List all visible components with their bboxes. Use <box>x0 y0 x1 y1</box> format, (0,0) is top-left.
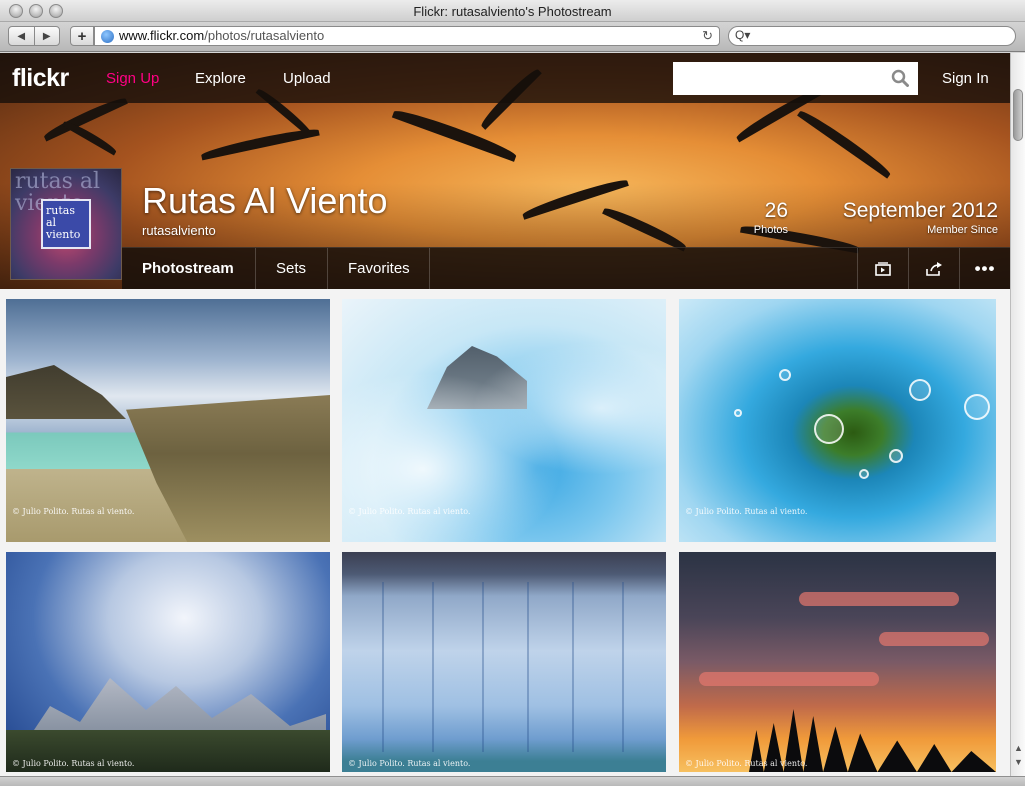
photo-credit: © Julio Polito. Rutas al viento. <box>12 507 135 516</box>
tab-photostream[interactable]: Photostream <box>122 248 256 289</box>
photo-thumbnail[interactable]: © Julio Polito. Rutas al viento. <box>6 299 330 542</box>
tab-favorites[interactable]: Favorites <box>328 248 430 289</box>
profile-name: Rutas Al Viento <box>142 180 388 221</box>
scroll-down-arrow[interactable]: ▼ <box>1014 757 1023 767</box>
photos-label: Photos <box>753 224 788 236</box>
vertical-scrollbar[interactable]: ▲ ▼ <box>1010 53 1025 776</box>
photo-thumbnail[interactable]: © Julio Polito. Rutas al viento. <box>679 299 996 542</box>
photo-credit: © Julio Polito. Rutas al viento. <box>348 759 471 768</box>
member-since-label: Member Since <box>927 224 998 236</box>
profile-username: rutasalviento <box>142 223 216 238</box>
photos-count: 26 <box>764 199 788 222</box>
avatar-logo: rutas al viento <box>41 199 91 249</box>
explore-link[interactable]: Explore <box>195 70 246 87</box>
bubble-shape <box>814 414 844 444</box>
bubble-shape <box>964 394 990 420</box>
photo-credit: © Julio Polito. Rutas al viento. <box>348 507 471 516</box>
photo-thumbnail[interactable]: © Julio Polito. Rutas al viento. <box>342 552 666 772</box>
member-since-stat: September 2012 Member Since <box>800 199 998 236</box>
globe-icon <box>101 30 114 43</box>
photos-stat: 26 Photos <box>730 199 788 236</box>
bird-silhouette <box>797 107 893 179</box>
share-icon <box>926 261 942 276</box>
glacier-streak <box>622 582 624 752</box>
member-since-date: September 2012 <box>842 199 998 222</box>
bird-silhouette <box>602 204 688 252</box>
bubble-shape <box>889 449 903 463</box>
browser-search-field[interactable]: Q▾ <box>728 26 1016 46</box>
ice-shape <box>342 299 666 542</box>
slideshow-button[interactable] <box>857 248 908 289</box>
cloud-shape <box>879 632 989 646</box>
scroll-up-arrow[interactable]: ▲ <box>1014 743 1023 753</box>
cloud-shape <box>699 672 879 686</box>
tab-sets[interactable]: Sets <box>256 248 328 289</box>
more-actions-button[interactable]: ••• <box>959 248 1010 289</box>
add-bookmark-button[interactable]: + <box>70 26 94 46</box>
url-host: www.flickr.com <box>119 28 205 43</box>
back-button[interactable]: ◀ <box>9 27 35 45</box>
search-icon[interactable] <box>891 69 909 87</box>
photo-thumbnail[interactable]: © Julio Polito. Rutas al viento. <box>342 299 666 542</box>
url-path: /photos/rutasalviento <box>204 28 325 43</box>
window-bottom-bar <box>0 776 1025 786</box>
mountain-shape <box>6 365 126 419</box>
slideshow-icon <box>875 261 891 276</box>
site-header: flickr Sign Up Explore Upload Sign In <box>0 53 1010 103</box>
profile-subnav: Photostream Sets Favorites ••• <box>122 247 1010 289</box>
window-titlebar: Flickr: rutasalviento's Photostream <box>0 0 1025 22</box>
forward-button[interactable]: ▶ <box>35 27 60 45</box>
bubble-shape <box>909 379 931 401</box>
bubble-shape <box>859 469 869 479</box>
profile-avatar[interactable]: rutas al viento rutas al viento <box>10 168 122 280</box>
upload-link[interactable]: Upload <box>283 70 331 87</box>
glacier-streak <box>382 582 384 752</box>
land-shape <box>126 395 330 542</box>
scrollbar-thumb[interactable] <box>1013 89 1023 141</box>
glacier-streak <box>482 582 484 752</box>
cloud-shape <box>799 592 959 606</box>
glacier-streak <box>572 582 574 752</box>
signin-link[interactable]: Sign In <box>942 70 989 87</box>
window-title: Flickr: rutasalviento's Photostream <box>413 4 612 19</box>
signup-link[interactable]: Sign Up <box>106 70 159 87</box>
flickr-logo[interactable]: flickr <box>12 64 69 93</box>
photo-thumbnail[interactable]: © Julio Polito. Rutas al viento. <box>6 552 330 772</box>
bubble-shape <box>779 369 791 381</box>
photo-credit: © Julio Polito. Rutas al viento. <box>685 759 808 768</box>
glacier-streak <box>527 582 529 752</box>
page-viewport: flickr Sign Up Explore Upload Sign In ru… <box>0 53 1010 776</box>
photo-credit: © Julio Polito. Rutas al viento. <box>685 507 808 516</box>
glacier-streak <box>432 582 434 752</box>
search-icon: Q▾ <box>735 28 751 42</box>
browser-toolbar: ◀ ▶ + www.flickr.com/photos/rutasalvient… <box>0 22 1025 52</box>
share-button[interactable] <box>908 248 959 289</box>
bubble-shape <box>734 409 742 417</box>
photo-thumbnail[interactable]: © Julio Polito. Rutas al viento. <box>679 552 996 772</box>
back-forward-buttons: ◀ ▶ <box>8 26 60 46</box>
site-search-input[interactable] <box>673 62 918 95</box>
address-bar[interactable]: www.flickr.com/photos/rutasalviento ↻ <box>94 26 720 46</box>
reload-icon[interactable]: ↻ <box>702 27 713 45</box>
bird-silhouette <box>62 118 118 156</box>
photo-credit: © Julio Polito. Rutas al viento. <box>12 759 135 768</box>
